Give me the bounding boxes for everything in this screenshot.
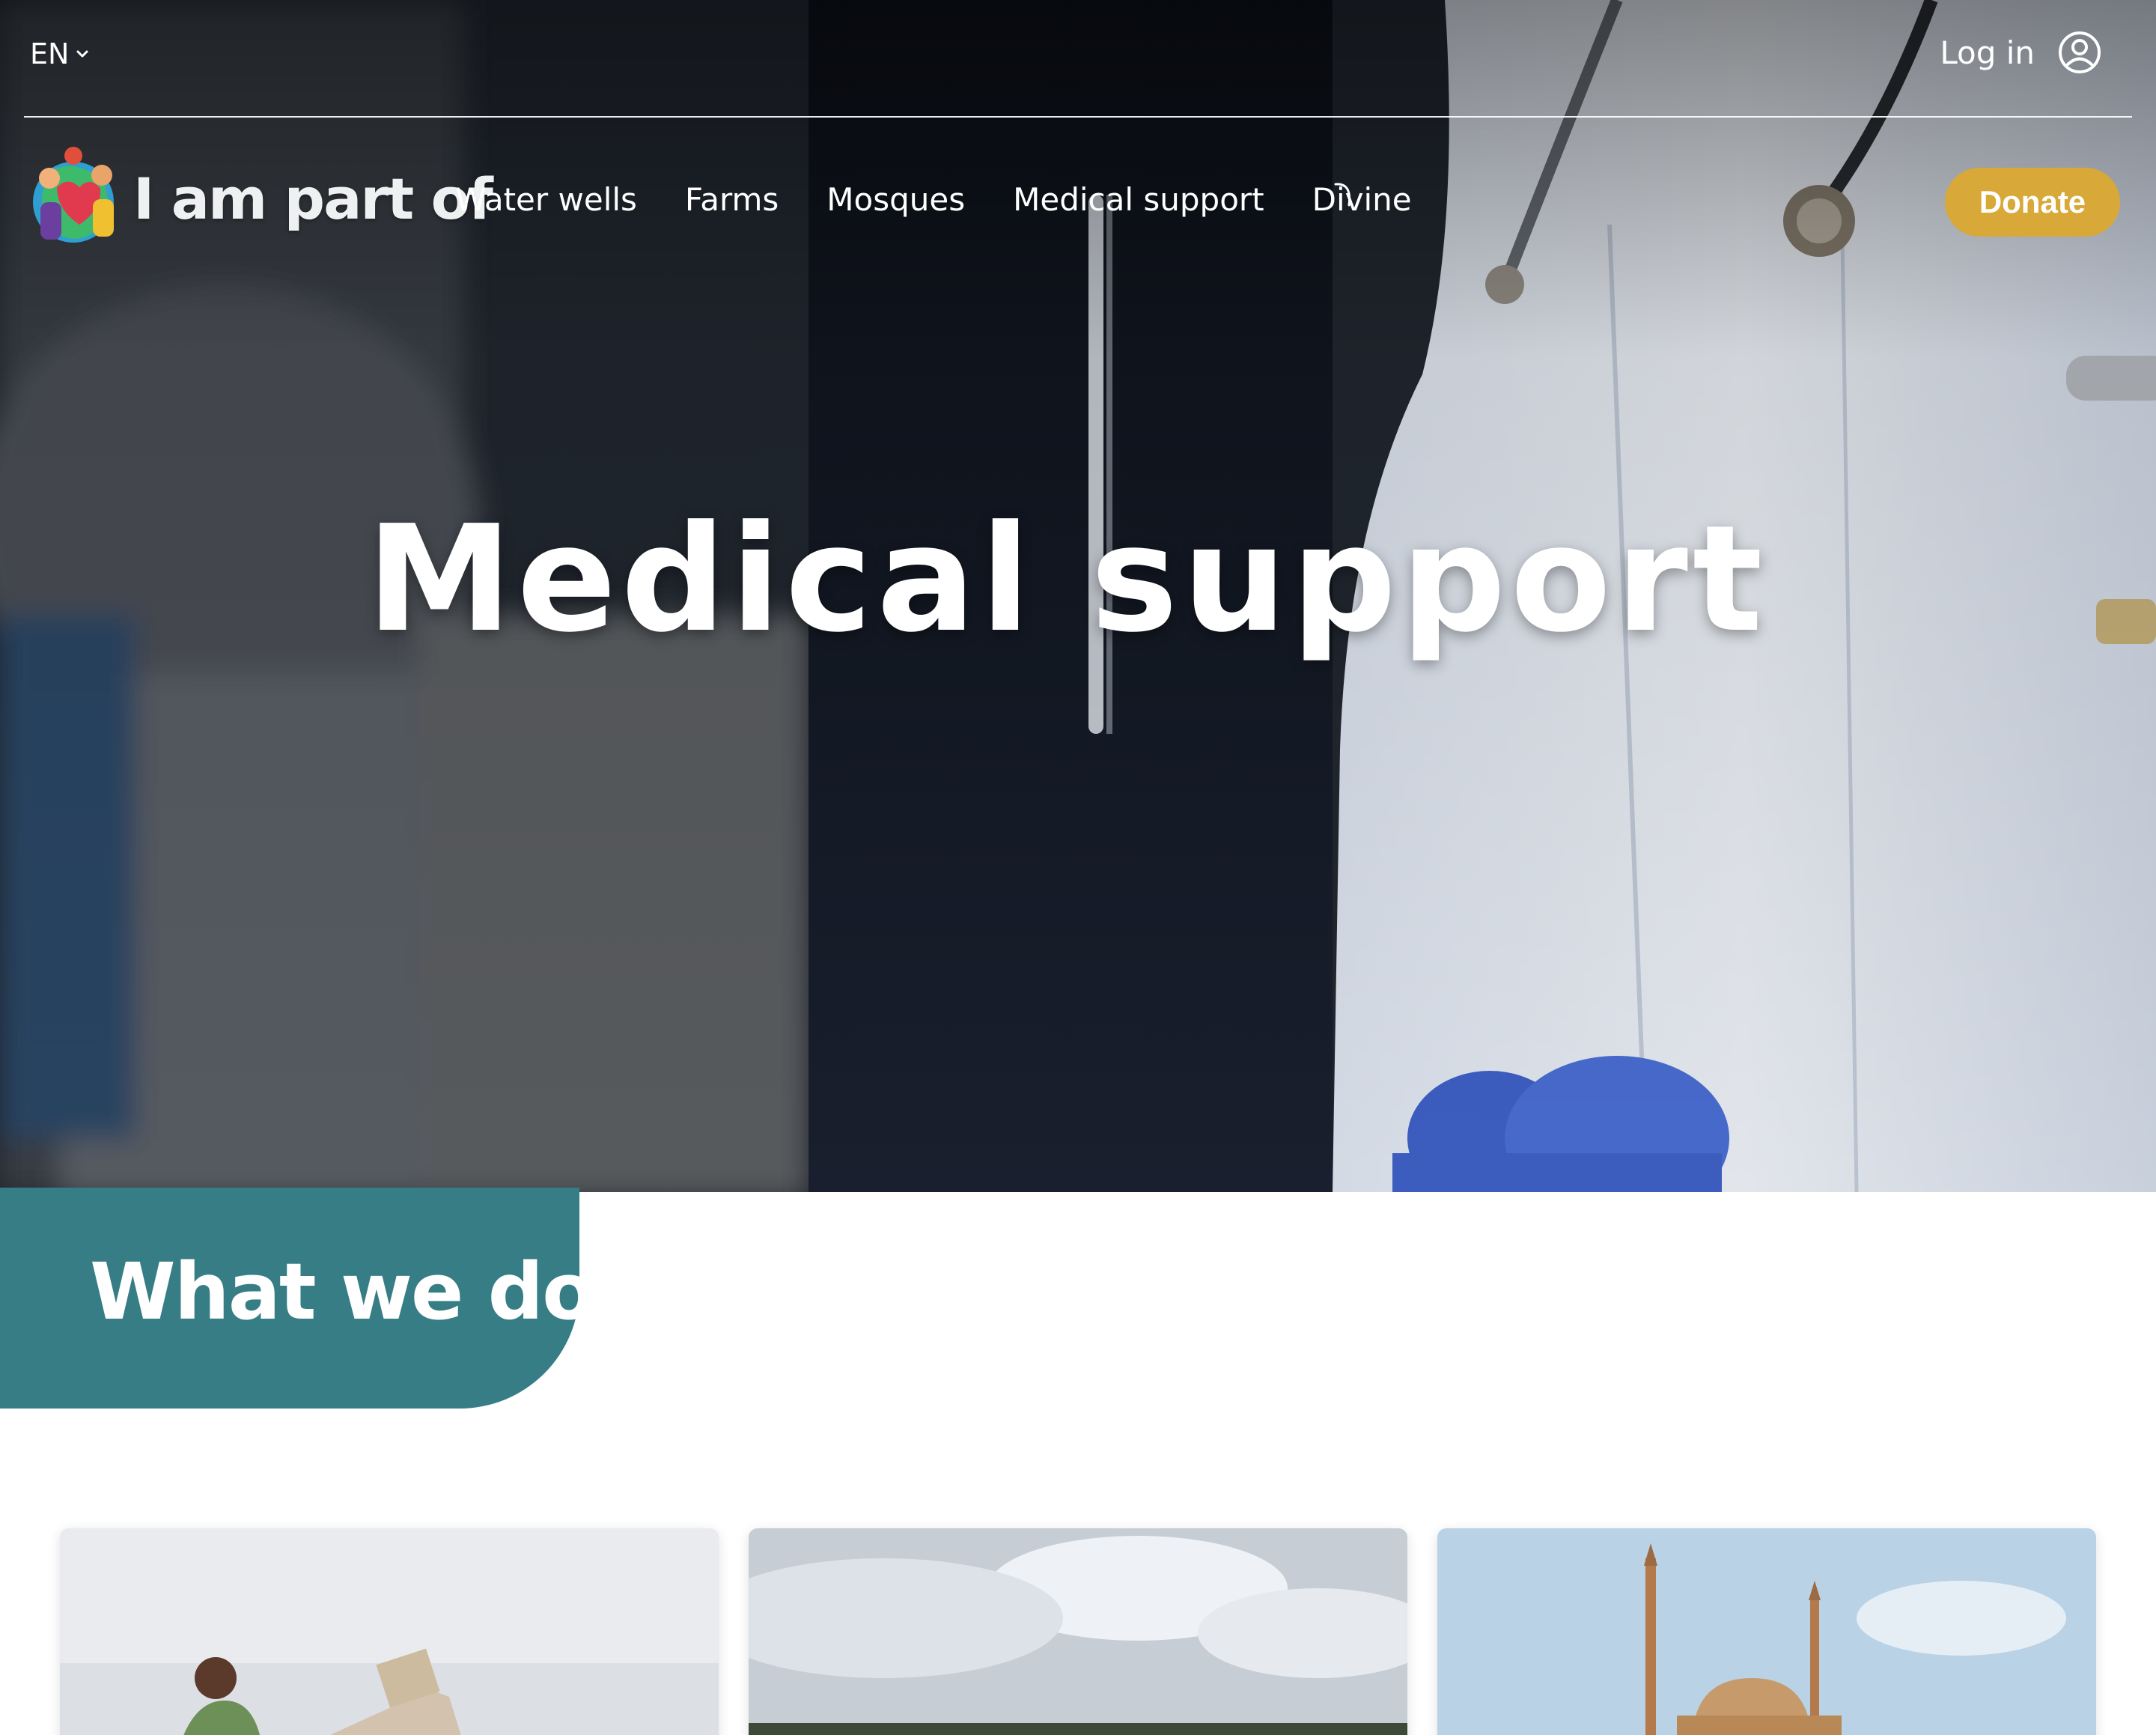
user-circle-icon [2059,31,2101,73]
card-image [749,1528,1407,1735]
section-heading-tab: What we do [0,1188,596,1409]
nav-item-medical-support[interactable]: Medical support [1013,181,1264,218]
loading-spinner-icon [1334,183,1351,207]
logo-text: I am part of [133,165,493,232]
program-cards [60,1528,2096,1735]
logo-icon [33,147,114,243]
language-selector[interactable]: EN [30,37,90,70]
site-logo[interactable]: I am part of [27,142,493,255]
page: EN Log in I am part of Water wells Farms… [0,0,2156,1735]
login-link[interactable]: Log in [1940,30,2102,75]
card-image [60,1528,719,1735]
nav-menu: Water wells Farms Mosques Medical suppor… [455,181,1412,218]
program-card-water-wells[interactable] [60,1528,719,1735]
donate-button[interactable]: Donate [1945,168,2120,237]
hero-title: Medical support [366,494,1767,665]
nav-item-mosques[interactable]: Mosques [826,181,965,218]
language-label: EN [30,37,70,70]
login-label: Log in [1940,34,2035,71]
chevron-down-icon [76,50,88,58]
section-title: What we do [90,1246,596,1337]
hero-banner: EN Log in I am part of Water wells Farms… [0,0,2156,1192]
top-bar: EN Log in [24,0,2132,118]
card-image [1437,1528,2096,1735]
nav-item-farms[interactable]: Farms [685,181,779,218]
nav-item-water-wells[interactable]: Water wells [455,181,637,218]
main-navigation: I am part of Water wells Farms Mosques M… [0,142,2156,262]
program-card-farms[interactable] [749,1528,1407,1735]
program-card-mosques[interactable] [1437,1528,2096,1735]
nav-item-divine[interactable]: Divine [1312,181,1412,218]
